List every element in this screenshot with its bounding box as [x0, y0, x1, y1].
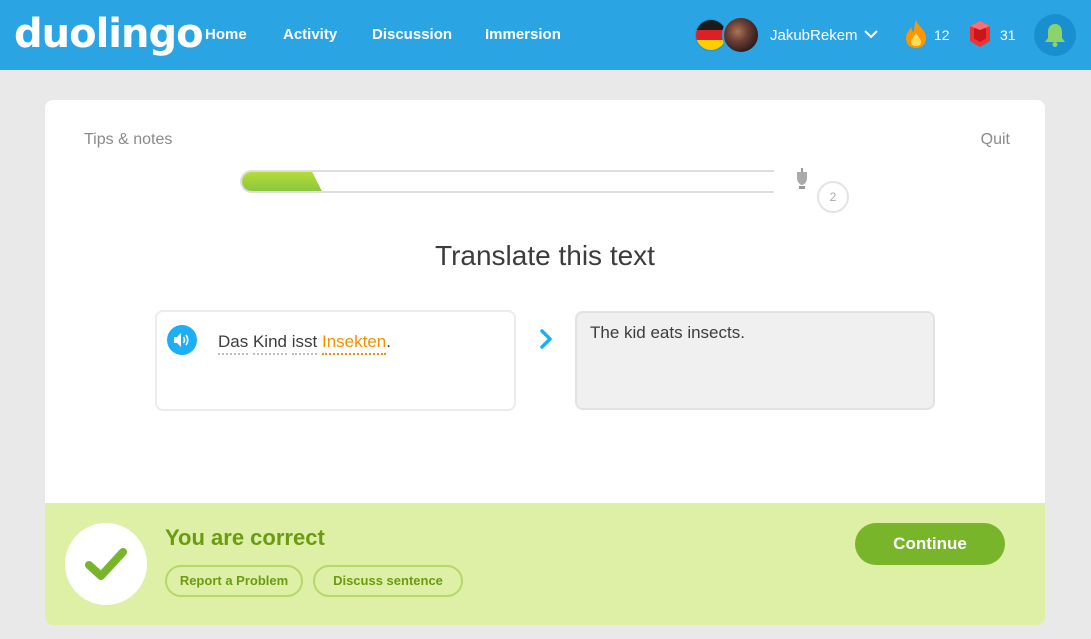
source-word[interactable]: Das — [218, 332, 249, 355]
speaker-icon — [174, 333, 189, 347]
trophy-icon — [797, 168, 807, 189]
continue-button[interactable]: Continue — [855, 523, 1005, 565]
nav-home[interactable]: Home — [205, 26, 247, 44]
source-sentence-box: Das Kind isst Insekten. — [155, 310, 516, 411]
level-number: 2 — [817, 181, 849, 213]
nav-activity[interactable]: Activity — [283, 26, 337, 44]
notifications-button[interactable] — [1034, 14, 1076, 56]
discuss-sentence-button[interactable]: Discuss sentence — [313, 565, 463, 597]
prompt-title: Translate this text — [435, 240, 655, 271]
play-audio-button[interactable] — [167, 325, 197, 355]
bell-icon — [1045, 24, 1065, 47]
source-word-new[interactable]: Insekten — [321, 332, 387, 355]
lesson-card: Tips & notes Quit 2 Translate this text … — [45, 100, 1045, 625]
gem-icon[interactable] — [969, 20, 991, 48]
top-bar: duolingo Home Activity Discussion Immers… — [0, 0, 1091, 70]
chevron-right-icon — [540, 329, 552, 349]
user-avatar[interactable] — [722, 16, 760, 54]
lesson-progress-fill — [242, 172, 322, 191]
feedback-title: You are correct — [165, 525, 325, 550]
streak-flame-icon[interactable] — [903, 19, 929, 49]
answer-textarea[interactable]: The kid eats insects. — [575, 311, 935, 410]
feedback-panel: You are correct Report a Problem Discuss… — [45, 503, 1045, 625]
lesson-progress-bar — [240, 170, 774, 193]
source-sentence: Das Kind isst Insekten. — [218, 332, 391, 355]
duolingo-logo[interactable]: duolingo — [14, 12, 204, 56]
source-punctuation: . — [386, 332, 391, 351]
checkmark-icon — [85, 548, 127, 580]
gem-count: 31 — [1000, 27, 1016, 43]
quit-link[interactable]: Quit — [981, 131, 1010, 149]
report-problem-button[interactable]: Report a Problem — [165, 565, 303, 597]
nav-immersion[interactable]: Immersion — [485, 26, 561, 44]
username[interactable]: JakubRekem — [770, 27, 858, 44]
source-word[interactable]: Kind — [252, 332, 287, 355]
streak-count: 12 — [934, 27, 950, 43]
tips-and-notes-link[interactable]: Tips & notes — [84, 131, 172, 149]
chevron-down-icon[interactable] — [864, 28, 878, 40]
nav-discussion[interactable]: Discussion — [372, 26, 452, 44]
correct-badge — [65, 523, 147, 605]
source-word[interactable]: isst — [291, 332, 318, 355]
